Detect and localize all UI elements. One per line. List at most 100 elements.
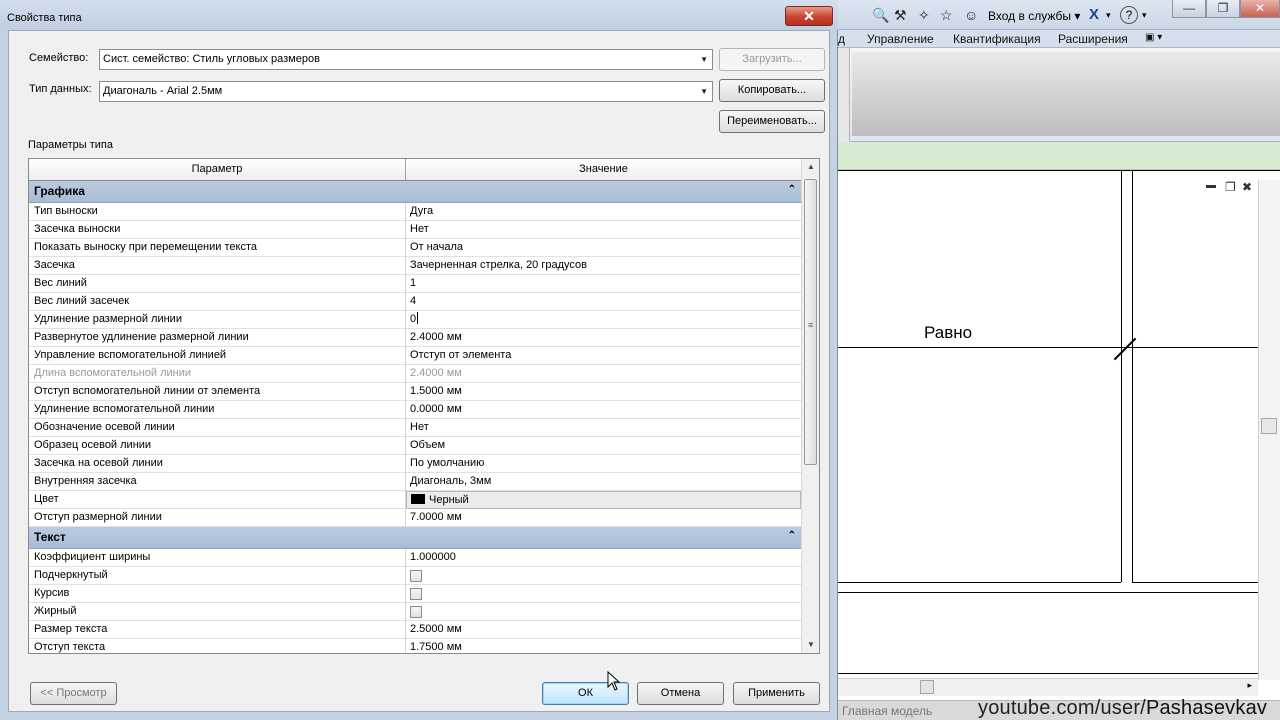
ribbon-toggle-icon[interactable]: ▣ ▾: [1145, 32, 1162, 43]
help-chevron-icon[interactable]: ▾: [1142, 10, 1147, 21]
parameter-row[interactable]: Засечка Зачерненная стрелка, 20 градусов: [29, 257, 801, 275]
user-icon[interactable]: ☺: [964, 7, 978, 23]
parameter-value[interactable]: Зачерненная стрелка, 20 градусов: [406, 257, 801, 275]
collapse-icon[interactable]: ⌃: [788, 530, 796, 541]
tab-quantification[interactable]: Квантификация: [953, 32, 1041, 46]
checkbox[interactable]: [410, 569, 422, 582]
type-select[interactable]: Диагональ - Arial 2.5мм ▼: [99, 81, 713, 102]
parameter-row[interactable]: Образец осевой линии Объем: [29, 437, 801, 455]
parameter-value[interactable]: 4: [406, 293, 801, 311]
dimension-equality-label[interactable]: Равно: [924, 323, 972, 343]
grid-scrollbar[interactable]: ▲ ≡ ▼: [801, 159, 819, 653]
parameter-row[interactable]: Размер текста 2.5000 мм: [29, 621, 801, 639]
maximize-button[interactable]: ❐: [1206, 0, 1240, 18]
edit-value[interactable]: 0: [410, 313, 416, 325]
close-icon[interactable]: ✕: [785, 6, 833, 26]
rename-button[interactable]: Переименовать...: [719, 110, 825, 133]
parameter-row[interactable]: Тип выноски Дуга: [29, 203, 801, 221]
parameter-value[interactable]: Отступ от элемента: [406, 347, 801, 365]
parameter-row[interactable]: Засечка выноски Нет: [29, 221, 801, 239]
scroll-right-icon[interactable]: ▸: [1247, 680, 1252, 691]
parameter-row[interactable]: Отступ текста 1.7500 мм: [29, 639, 801, 653]
parameter-row[interactable]: Внутренняя засечка Диагональ, 3мм: [29, 473, 801, 491]
parameter-row[interactable]: Отступ размерной линии 7.0000 мм: [29, 509, 801, 527]
column-header-value[interactable]: Значение: [406, 159, 801, 180]
scroll-thumb[interactable]: [1261, 418, 1277, 434]
tab-manage[interactable]: Управление: [867, 32, 934, 46]
parameter-row[interactable]: Удлинение вспомогательной линии 0.0000 мм: [29, 401, 801, 419]
exchange-icon[interactable]: X: [1089, 6, 1099, 23]
parameter-value[interactable]: Нет: [406, 221, 801, 239]
parameter-value[interactable]: Объем: [406, 437, 801, 455]
login-menu[interactable]: Вход в службы ▾: [988, 9, 1080, 23]
parameter-value[interactable]: По умолчанию: [406, 455, 801, 473]
parameter-value[interactable]: 1: [406, 275, 801, 293]
parameter-row[interactable]: Жирный: [29, 603, 801, 621]
view-minimize-icon[interactable]: ▬: [1206, 180, 1216, 191]
minimize-button[interactable]: —: [1172, 0, 1206, 18]
group-header[interactable]: Текст ⌃: [29, 527, 801, 549]
parameter-row[interactable]: Развернутое удлинение размерной линии 2.4…: [29, 329, 801, 347]
load-button[interactable]: Загрузить...: [719, 48, 825, 71]
family-select[interactable]: Сист. семейство: Стиль угловых размеров …: [99, 49, 713, 70]
parameter-value[interactable]: [406, 567, 801, 585]
favorite-icon[interactable]: ✧: [918, 7, 930, 24]
chevron-down-icon[interactable]: ▾: [1106, 10, 1111, 21]
parameter-value[interactable]: Диагональ, 3мм: [406, 473, 801, 491]
parameter-row[interactable]: Удлинение размерной линии 0: [29, 311, 801, 329]
view-horizontal-scrollbar[interactable]: ▸: [836, 678, 1258, 696]
wrench-icon[interactable]: ⚒: [894, 7, 907, 24]
collapse-icon[interactable]: ⌃: [788, 184, 796, 195]
scroll-down-icon[interactable]: ▼: [802, 637, 819, 653]
parameter-row[interactable]: Засечка на осевой линии По умолчанию: [29, 455, 801, 473]
group-header[interactable]: Графика ⌃: [29, 181, 801, 203]
parameter-value[interactable]: 2.4000 мм: [406, 329, 801, 347]
parameter-row[interactable]: Вес линий 1: [29, 275, 801, 293]
parameter-row[interactable]: Обозначение осевой линии Нет: [29, 419, 801, 437]
parameter-value[interactable]: Дуга: [406, 203, 801, 221]
parameter-value[interactable]: 1.7500 мм: [406, 639, 801, 653]
view-vertical-scrollbar[interactable]: [1258, 180, 1280, 680]
dimension-line[interactable]: [836, 347, 1258, 348]
column-header-parameter[interactable]: Параметр: [29, 159, 406, 180]
parameter-row[interactable]: Показать выноску при перемещении текста О…: [29, 239, 801, 257]
parameter-value[interactable]: Нет: [406, 419, 801, 437]
checkbox[interactable]: [410, 605, 422, 618]
parameter-value[interactable]: 0: [406, 311, 801, 329]
parameter-row[interactable]: Управление вспомогательной линией Отступ …: [29, 347, 801, 365]
drawing-view[interactable]: ▬ ❐ ✖ Равно: [836, 170, 1280, 700]
parameter-value[interactable]: 1.000000: [406, 549, 801, 567]
parameter-row[interactable]: Подчеркнутый: [29, 567, 801, 585]
view-close-icon[interactable]: ✖: [1242, 180, 1252, 194]
scroll-thumb[interactable]: ≡: [804, 179, 817, 465]
cancel-button[interactable]: Отмена: [637, 682, 724, 705]
parameter-row[interactable]: Вес линий засечек 4: [29, 293, 801, 311]
parameter-row[interactable]: Курсив: [29, 585, 801, 603]
parameter-value[interactable]: Черный: [406, 491, 801, 509]
preview-button[interactable]: << Просмотр: [30, 682, 117, 705]
dialog-title-bar[interactable]: Свойства типа ✕: [0, 0, 838, 30]
parameter-row[interactable]: Коэффициент ширины 1.000000: [29, 549, 801, 567]
binoculars-icon[interactable]: 🔍: [872, 7, 889, 24]
view-restore-icon[interactable]: ❐: [1225, 180, 1236, 194]
scroll-thumb[interactable]: [920, 680, 934, 694]
scroll-up-icon[interactable]: ▲: [802, 159, 819, 175]
copy-button[interactable]: Копировать...: [719, 79, 825, 102]
parameter-value[interactable]: [406, 603, 801, 621]
close-window-button[interactable]: ✕: [1240, 0, 1280, 18]
help-icon[interactable]: ?: [1120, 6, 1138, 24]
parameter-value[interactable]: [406, 585, 801, 603]
parameter-value[interactable]: 2.5000 мм: [406, 621, 801, 639]
parameter-value[interactable]: 1.5000 мм: [406, 383, 801, 401]
parameter-value[interactable]: 7.0000 мм: [406, 509, 801, 527]
parameter-row[interactable]: Цвет Черный: [29, 491, 801, 509]
parameter-value[interactable]: 0.0000 мм: [406, 401, 801, 419]
tab-extensions[interactable]: Расширения: [1058, 32, 1128, 46]
apply-button[interactable]: Применить: [733, 682, 820, 705]
type-parameters-grid[interactable]: Параметр Значение Графика ⌃ Тип выноски Дуг…: [28, 158, 820, 654]
parameter-row[interactable]: Длина вспомогательной линии 2.4000 мм: [29, 365, 801, 383]
checkbox[interactable]: [410, 587, 422, 600]
parameter-value[interactable]: От начала: [406, 239, 801, 257]
star-icon[interactable]: ☆: [940, 7, 953, 24]
ribbon-tab-fragment[interactable]: д: [838, 32, 845, 46]
